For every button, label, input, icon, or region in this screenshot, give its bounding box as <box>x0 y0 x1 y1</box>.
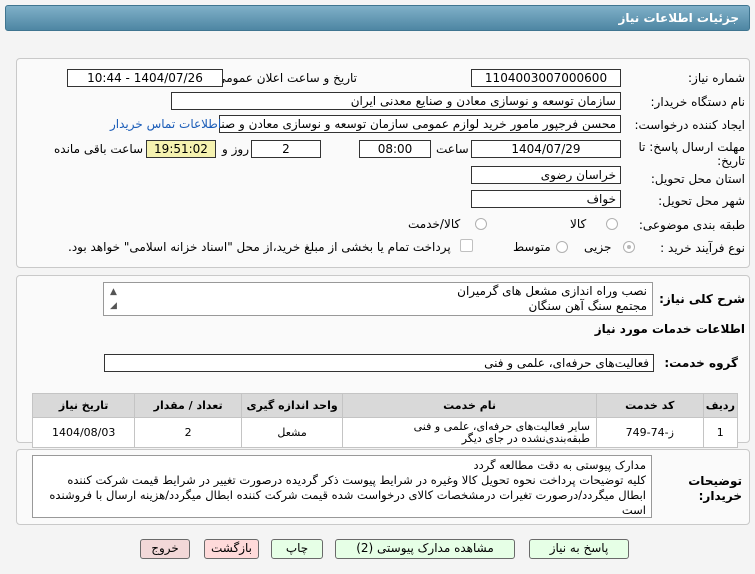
buyer-notes-textarea[interactable]: مدارک پیوستی به دقت مطالعه گردد کلیه توض… <box>32 455 652 518</box>
process-medium-radio[interactable] <box>556 241 568 253</box>
creator-field: محسن فرجپور مامور خرید لوازم عمومی سازما… <box>219 115 621 133</box>
scroll-up-icon[interactable]: ▲ <box>110 285 117 300</box>
reply-button[interactable]: پاسخ به نیاز <box>529 539 629 559</box>
category-goods-service-radio[interactable] <box>475 218 487 230</box>
category-label: طبقه بندی موضوعی: <box>638 218 745 232</box>
time-label: ساعت <box>436 142 469 156</box>
cell-service-code: ز-74-749 <box>595 417 704 448</box>
process-medium-label: متوسط <box>513 240 551 254</box>
description-line-2: مجتمع سنگ آهن سنگان <box>528 299 647 313</box>
col-unit: واحد اندازه گیری <box>240 393 344 418</box>
col-service-name: نام خدمت <box>342 393 597 418</box>
deadline-label: مهلت ارسال پاسخ: تا تاریخ: <box>638 140 745 168</box>
description-line-1: نصب وراه اندازی مشعل های گرمیران <box>457 284 647 298</box>
view-attachments-button[interactable]: مشاهده مدارک پیوستی (2) <box>335 539 515 559</box>
buyer-org-label: نام دستگاه خریدار: <box>650 95 746 109</box>
city-label: شهر محل تحویل: <box>658 194 745 208</box>
remaining-time-field: 19:51:02 <box>146 140 216 158</box>
city-field: خواف <box>471 190 621 208</box>
print-button[interactable]: چاپ <box>271 539 323 559</box>
col-row: ردیف <box>702 393 739 418</box>
back-button[interactable]: بازگشت <box>204 539 259 559</box>
province-field: خراسان رضوی <box>471 166 621 184</box>
buyer-org-field: سازمان توسعه و نوسازی معادن و صنایع معدن… <box>171 92 621 110</box>
category-goods-label: کالا <box>570 217 587 231</box>
service-group-label: گروه خدمت: <box>664 356 738 370</box>
cell-need-date: 1404/08/03 <box>31 417 136 448</box>
cell-row: 1 <box>702 417 739 448</box>
deadline-date-field: 1404/07/29 <box>471 140 621 158</box>
description-textarea[interactable]: نصب وراه اندازی مشعل های گرمیران مجتمع س… <box>103 282 653 316</box>
days-label: روز و <box>222 142 249 156</box>
announce-label: تاریخ و ساعت اعلان عمومی: <box>212 71 357 85</box>
need-number-label: شماره نیاز: <box>688 71 745 85</box>
deadline-time-field: 08:00 <box>359 140 431 158</box>
description-label: شرح کلی نیاز: <box>659 292 745 306</box>
creator-label: ایجاد کننده درخواست: <box>634 118 745 132</box>
announce-field: 1404/07/26 - 10:44 <box>67 69 223 87</box>
need-number-field: 1104003007000600 <box>471 69 621 87</box>
treasury-payment-checkbox[interactable] <box>460 239 473 252</box>
category-goods-service-label: کالا/خدمت <box>408 217 461 231</box>
cell-service-name: سایر فعالیت‌های حرفه‌ای، علمی و فنی طبقه… <box>342 417 597 448</box>
category-goods-radio[interactable] <box>606 218 618 230</box>
page-title: جزئیات اطلاعات نیاز <box>5 5 750 31</box>
service-group-field: فعالیت‌های حرفه‌ای، علمی و فنی <box>104 354 654 372</box>
cell-quantity: 2 <box>134 417 242 448</box>
days-count-field: 2 <box>251 140 321 158</box>
process-minor-radio[interactable] <box>623 241 635 253</box>
col-quantity: تعداد / مقدار <box>134 393 242 418</box>
payment-note: پرداخت تمام یا بخشی از مبلغ خرید،از محل … <box>68 240 451 254</box>
resize-handle-icon[interactable]: ◢ <box>110 299 117 314</box>
services-table: تاریخ نیاز تعداد / مقدار واحد اندازه گیر… <box>31 393 739 448</box>
services-section-title: اطلاعات خدمات مورد نیاز <box>594 322 745 336</box>
province-label: استان محل تحویل: <box>650 172 745 186</box>
col-service-code: کد خدمت <box>595 393 704 418</box>
contact-buyer-link[interactable]: اطلاعات تماس خریدار <box>110 117 221 131</box>
buyer-notes-label: توضیحات خریدار: <box>688 474 742 503</box>
cell-unit: مشعل <box>240 417 344 448</box>
table-row: 1404/08/03 2 مشعل سایر فعالیت‌های حرفه‌ا… <box>31 417 739 448</box>
remaining-label: ساعت باقی مانده <box>54 142 144 156</box>
process-label: نوع فرآیند خرید : <box>660 241 745 255</box>
exit-button[interactable]: خروج <box>140 539 190 559</box>
col-need-date: تاریخ نیاز <box>31 393 136 418</box>
process-minor-label: جزیی <box>584 240 612 254</box>
